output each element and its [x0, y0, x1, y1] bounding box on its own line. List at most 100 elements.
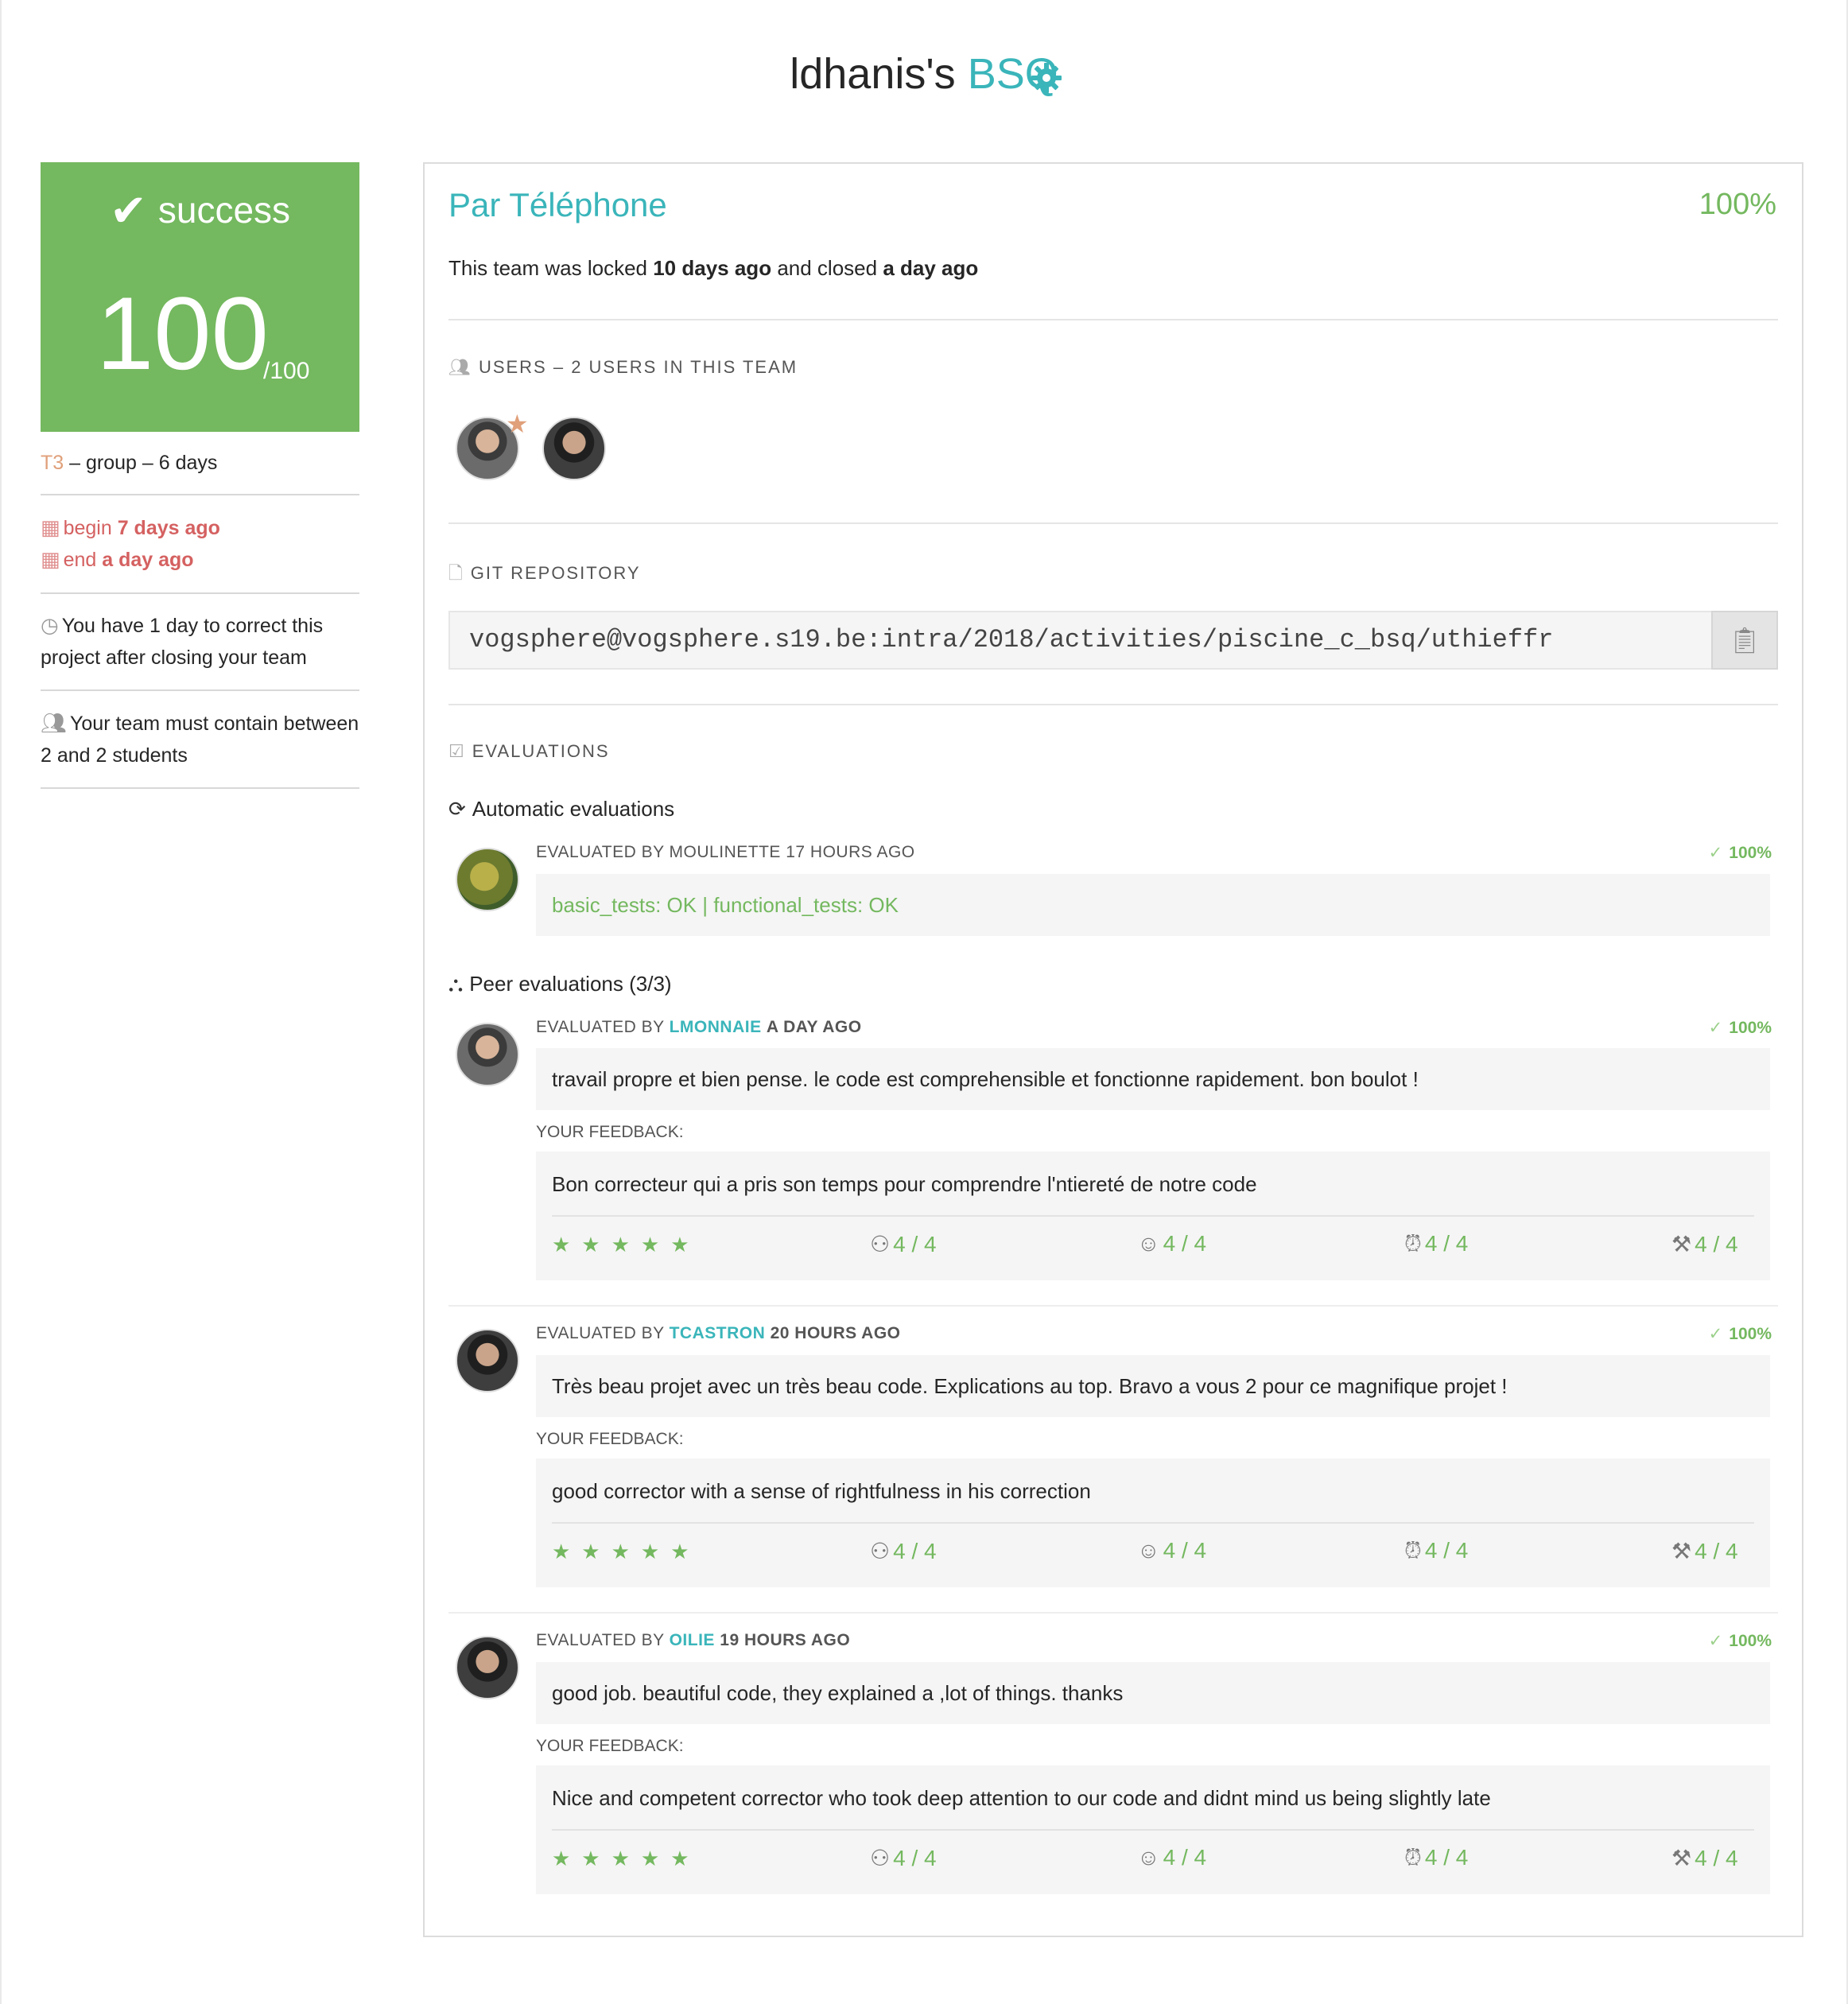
automatic-evaluations-title: ⟳ Automatic evaluations [448, 797, 675, 821]
feedback-label: YOUR FEEDBACK: [536, 1430, 684, 1448]
tier-label: T3 [41, 452, 64, 474]
auto-eval-header: EVALUATED BY MOULINETTE 17 HOURS AGO [536, 843, 915, 861]
team-name: Par Téléphone [448, 186, 667, 223]
final-grade: 100 [96, 275, 269, 391]
gear-icon[interactable] [1031, 62, 1062, 94]
avatar[interactable] [456, 1329, 519, 1392]
calendar-icon: ▦ [41, 547, 60, 571]
refresh-icon: ⟳ [448, 797, 466, 821]
correction-note: ◷ You have 1 day to correct this project … [41, 613, 324, 669]
check-icon: ✓ [1708, 1019, 1723, 1037]
peer-eval-comment: Très beau projet avec un très beau code.… [536, 1355, 1770, 1417]
person-icon: ⚇ [870, 1846, 891, 1870]
clock-icon: ◷ [41, 613, 59, 637]
peer-eval-comment: travail propre et bien pense. le code es… [536, 1048, 1770, 1110]
smile-icon: ☺ [1137, 1231, 1160, 1256]
team-percent: 100% [1699, 188, 1776, 221]
project-meta: T3 – group – 6 days [41, 452, 218, 474]
copy-button[interactable]: 📋︎ [1711, 611, 1778, 670]
hammer-icon: ⚒ [1671, 1232, 1692, 1256]
rating-interest: ⚇ 4 / 4 [870, 1846, 937, 1870]
rating-friendliness: ☺ 4 / 4 [1137, 1538, 1207, 1563]
divider [448, 522, 1778, 524]
leader-star-icon: ★ [506, 410, 529, 438]
git-repo-field[interactable]: vogsphere@vogsphere.s19.be:intra/2018/ac… [448, 611, 1778, 670]
rating-rigor: ⚒ 4 / 4 [1671, 1232, 1738, 1256]
avatar[interactable] [542, 417, 606, 480]
auto-eval-percent: ✓ 100% [1708, 844, 1772, 862]
clock-icon: ⏰︎ [1404, 1538, 1422, 1563]
person-icon: ⚇ [870, 1232, 891, 1256]
checkbox-icon: ☑ [448, 741, 466, 761]
begin-date: ▦ begin 7 days ago [41, 515, 220, 539]
rating-stars: ★★★★★ [552, 1847, 701, 1870]
feedback-box: Nice and competent corrector who took de… [536, 1765, 1770, 1894]
users-icon: 👥︎ [41, 711, 68, 735]
feedback-label: YOUR FEEDBACK: [536, 1737, 684, 1755]
clock-icon: ⏰︎ [1404, 1231, 1422, 1256]
divider [448, 1305, 1778, 1307]
status-label: ✔ success [109, 185, 291, 235]
rating-rigor: ⚒ 4 / 4 [1671, 1539, 1738, 1563]
grade-max: /100 [263, 358, 310, 384]
peer-eval-header: EVALUATED BY TCASTRON 20 HOURS AGO [536, 1324, 901, 1342]
end-date: ▦ end a day ago [41, 547, 194, 571]
check-icon: ✓ [1708, 844, 1723, 862]
peer-eval-comment: good job. beautiful code, they explained… [536, 1662, 1770, 1724]
peer-eval-percent: ✓ 100% [1708, 1632, 1772, 1650]
peer-eval-percent: ✓ 100% [1708, 1019, 1772, 1037]
hammer-icon: ⚒ [1671, 1846, 1692, 1870]
team-size-note: 👥︎ Your team must contain between 2 and 2… [41, 711, 359, 767]
rating-stars: ★★★★★ [552, 1540, 701, 1563]
feedback-label: YOUR FEEDBACK: [536, 1123, 684, 1141]
git-url[interactable]: vogsphere@vogsphere.s19.be:intra/2018/ac… [469, 625, 1553, 654]
divider [41, 787, 359, 789]
avatar[interactable] [456, 1636, 519, 1699]
network-icon: ⛬ [448, 972, 464, 996]
feedback-box: Bon correcteur qui a pris son temps pour… [536, 1152, 1770, 1280]
divider [41, 689, 359, 691]
avatar[interactable] [456, 1023, 519, 1086]
divider [41, 494, 359, 495]
smile-icon: ☺ [1137, 1538, 1160, 1563]
page-title: ldhanis's BSQ [0, 49, 1848, 99]
feedback-text: good corrector with a sense of rightfuln… [552, 1479, 1091, 1503]
peer-eval-header: EVALUATED BY OILIE 19 HOURS AGO [536, 1631, 851, 1649]
feedback-text: Nice and competent corrector who took de… [552, 1786, 1491, 1810]
person-icon: ⚇ [870, 1539, 891, 1563]
file-icon: 🗋︎ [448, 563, 464, 583]
divider [448, 319, 1778, 320]
smile-icon: ☺ [1137, 1845, 1160, 1870]
feedback-text: Bon correcteur qui a pris son temps pour… [552, 1172, 1257, 1196]
rating-punctuality: ⏰︎ 4 / 4 [1404, 1538, 1469, 1563]
divider [552, 1215, 1754, 1217]
feedback-box: good corrector with a sense of rightfuln… [536, 1458, 1770, 1587]
users-section-title: 👥︎ USERS – 2 USERS IN THIS TEAM [448, 357, 798, 377]
evaluations-section-title: ☑ EVALUATIONS [448, 741, 610, 761]
check-icon: ✔ [109, 185, 147, 235]
git-section-title: 🗋︎ GIT REPOSITORY [448, 563, 641, 583]
rating-interest: ⚇ 4 / 4 [870, 1539, 937, 1563]
auto-eval-result: basic_tests: OK | functional_tests: OK [536, 874, 1770, 936]
team-status: This team was locked 10 days ago and clo… [448, 256, 979, 280]
rating-punctuality: ⏰︎ 4 / 4 [1404, 1231, 1469, 1256]
evaluator-login[interactable]: LMONNAIE [670, 1018, 762, 1036]
hammer-icon: ⚒ [1671, 1539, 1692, 1563]
avatar[interactable] [456, 848, 519, 911]
rating-friendliness: ☺ 4 / 4 [1137, 1231, 1207, 1256]
rating-interest: ⚇ 4 / 4 [870, 1232, 937, 1256]
grade-card: ✔ success 100 /100 [41, 162, 359, 432]
rating-punctuality: ⏰︎ 4 / 4 [1404, 1845, 1469, 1870]
evaluator-login[interactable]: TCASTRON [670, 1324, 766, 1342]
peer-eval-header: EVALUATED BY LMONNAIE A DAY AGO [536, 1018, 862, 1036]
divider [41, 592, 359, 594]
divider [552, 1522, 1754, 1524]
project-owner[interactable]: ldhanis's [790, 50, 955, 98]
evaluator-login[interactable]: OILIE [670, 1631, 715, 1649]
clock-icon: ⏰︎ [1404, 1845, 1422, 1870]
divider [448, 704, 1778, 705]
rating-friendliness: ☺ 4 / 4 [1137, 1845, 1207, 1870]
divider [552, 1829, 1754, 1831]
rating-stars: ★★★★★ [552, 1233, 701, 1256]
users-icon: 👥︎ [448, 357, 472, 377]
